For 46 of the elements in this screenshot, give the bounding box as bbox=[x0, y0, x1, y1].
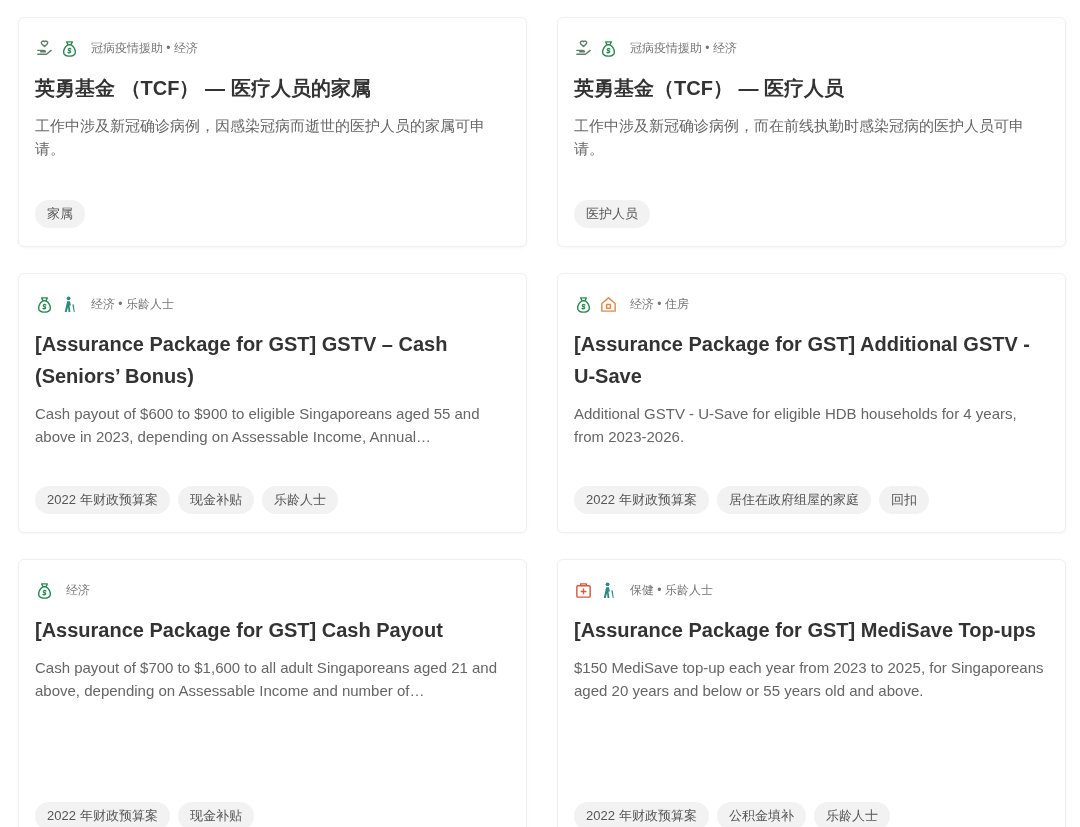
category-label: 冠病疫情援助 • 经济 bbox=[91, 39, 198, 57]
scheme-title: [Assurance Package for GST] Cash Payout bbox=[35, 618, 444, 643]
money-bag-icon bbox=[574, 294, 593, 314]
scheme-title: [Assurance Package for GST] GSTV – Cash (Seniors’ Bonus) bbox=[35, 332, 449, 389]
scheme-card[interactable]: 冠病疫情援助 • 经济 英勇基金 （TCF） — 医疗人员的家属 工作中涉及新冠确诊病例，因感染冠病而逝世的医护人员的家属可申请。 家属 bbox=[18, 17, 527, 247]
tag[interactable]: 家属 bbox=[35, 200, 85, 228]
scheme-description: 工作中涉及新冠确诊病例，因感染冠病而逝世的医护人员的家属可申请。 bbox=[35, 116, 486, 159]
scheme-description: Cash payout of $700 to $1,600 to all adult Singaporeans aged 21 and above, depending on Assessable Income and number of… bbox=[35, 658, 499, 701]
tag[interactable]: 居住在政府组屋的家庭 bbox=[716, 486, 871, 514]
house-icon bbox=[599, 294, 618, 314]
tag[interactable]: 乐龄人士 bbox=[261, 486, 338, 514]
money-bag-icon bbox=[35, 580, 54, 600]
tag[interactable]: 医护人员 bbox=[574, 200, 650, 228]
scheme-card[interactable]: 保健 • 乐龄人士 [Assurance Package for GST] MediSave Top-ups $150 MediSave top-up each year from 2023 to 2025, for Singaporeans aged 20 years and below or 55 years old and above. 2022 年财政预算案 公积金填补 乐龄人士 bbox=[557, 559, 1066, 827]
scheme-description: $150 MediSave top-up each year from 2023 to 2025, for Singaporeans aged 20 years and below or 55 years old and above. bbox=[574, 658, 1045, 701]
hand-heart-icon bbox=[574, 38, 593, 58]
hand-heart-icon bbox=[35, 38, 54, 58]
scheme-description: 工作中涉及新冠确诊病例，而在前线执勤时感染冠病的医护人员可申请。 bbox=[574, 116, 1025, 159]
tag[interactable]: 回扣 bbox=[878, 486, 929, 514]
scheme-card[interactable]: 冠病疫情援助 • 经济 英勇基金（TCF） — 医疗人员 工作中涉及新冠确诊病例，而在前线执勤时感染冠病的医护人员可申请。 医护人员 bbox=[557, 17, 1066, 247]
category-label: 经济 bbox=[66, 581, 90, 599]
category-label: 保健 • 乐龄人士 bbox=[630, 581, 713, 599]
tag[interactable]: 乐龄人士 bbox=[813, 802, 890, 827]
tag[interactable]: 现金补贴 bbox=[177, 802, 254, 827]
scheme-title: [Assurance Package for GST] MediSave Top-ups bbox=[574, 618, 1037, 643]
scheme-description: Cash payout of $600 to $900 to eligible Singaporeans aged 55 and above in 2023, depending on Assessable Income, Annual… bbox=[35, 404, 481, 447]
tag[interactable]: 2022 年财政预算案 bbox=[35, 802, 170, 827]
category-label: 经济 • 乐龄人士 bbox=[91, 295, 174, 313]
medical-kit-icon bbox=[574, 580, 593, 600]
tag[interactable]: 2022 年财政预算案 bbox=[574, 802, 709, 827]
scheme-title: 英勇基金（TCF） — 医疗人员 bbox=[574, 76, 845, 101]
scheme-card[interactable]: 经济 • 住房 [Assurance Package for GST] Additional GSTV - U-Save Additional GSTV - U-Save for eligible HDB households for 4 years, from 2023-2026. 2022 年财政预算案 居住在政府组屋的家庭 回扣 bbox=[557, 273, 1066, 533]
scheme-title: [Assurance Package for GST] Additional GSTV - U-Save bbox=[574, 332, 1031, 389]
scheme-description: Additional GSTV - U-Save for eligible HDB households for 4 years, from 2023-2026. bbox=[574, 404, 1018, 447]
tag[interactable]: 2022 年财政预算案 bbox=[574, 486, 709, 514]
money-bag-icon bbox=[599, 38, 618, 58]
category-label: 经济 • 住房 bbox=[630, 295, 689, 313]
scheme-card[interactable] bbox=[18, 273, 527, 533]
scheme-card[interactable]: 经济 [Assurance Package for GST] Cash Payout Cash payout of $700 to $1,600 to all adult Singaporeans aged 21 and above, depending on Assessable Income and number of… 2022 年财政预算案 现金补贴 bbox=[18, 559, 527, 827]
tag[interactable]: 现金补贴 bbox=[177, 486, 254, 514]
category-label: 冠病疫情援助 • 经济 bbox=[630, 39, 737, 57]
money-bag-icon bbox=[35, 294, 54, 314]
tag[interactable]: 2022 年财政预算案 bbox=[35, 486, 170, 514]
money-bag-icon bbox=[60, 38, 79, 58]
scheme-title: 英勇基金 （TCF） — 医疗人员的家属 bbox=[35, 76, 372, 101]
tag[interactable]: 公积金填补 bbox=[716, 802, 806, 827]
